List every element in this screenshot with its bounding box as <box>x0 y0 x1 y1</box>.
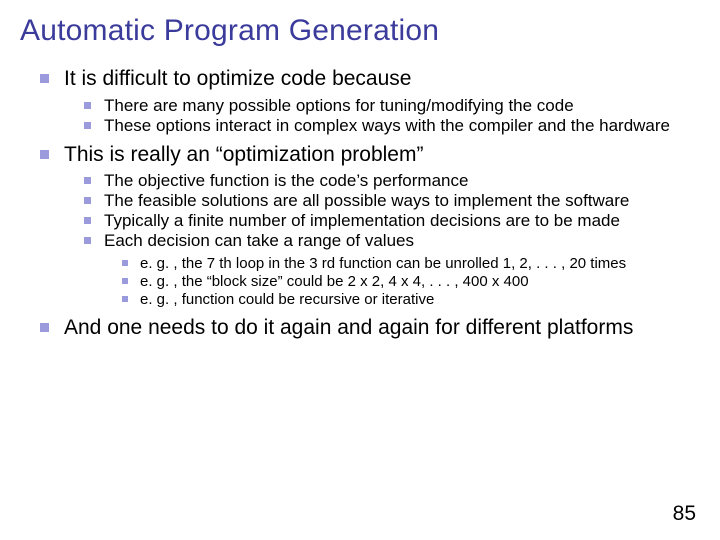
bullet-text: e. g. , function could be recursive or i… <box>140 291 434 308</box>
subsublist: e. g. , the 7 th loop in the 3 rd functi… <box>104 255 700 309</box>
bullet-lvl3: e. g. , function could be recursive or i… <box>104 291 700 309</box>
bullet-text: The objective function is the code’s per… <box>104 171 468 190</box>
bullet-text: The feasible solutions are all possible … <box>104 191 629 210</box>
bullet-text: Typically a finite number of implementat… <box>104 211 620 230</box>
bullet-text: e. g. , the 7 th loop in the 3 rd functi… <box>140 255 626 272</box>
bullet-lvl2: Typically a finite number of implementat… <box>64 211 700 231</box>
bullet-lvl2: These options interact in complex ways w… <box>64 116 700 136</box>
bullet-list: It is difficult to optimize code because… <box>20 66 700 340</box>
bullet-text: e. g. , the “block size” could be 2 x 2,… <box>140 273 529 290</box>
bullet-text: These options interact in complex ways w… <box>104 116 670 135</box>
bullet-lvl2: There are many possible options for tuni… <box>64 96 700 116</box>
bullet-lvl3: e. g. , the 7 th loop in the 3 rd functi… <box>104 255 700 273</box>
bullet-text: It is difficult to optimize code because <box>64 67 411 90</box>
slide-title: Automatic Program Generation <box>20 14 700 48</box>
bullet-text: This is really an “optimization problem” <box>64 143 423 166</box>
bullet-text: There are many possible options for tuni… <box>104 96 574 115</box>
bullet-lvl1: And one needs to do it again and again f… <box>20 315 700 341</box>
bullet-lvl1: It is difficult to optimize code because… <box>20 66 700 136</box>
bullet-text: Each decision can take a range of values <box>104 231 414 250</box>
sublist: There are many possible options for tuni… <box>64 96 700 136</box>
bullet-lvl2: The objective function is the code’s per… <box>64 171 700 191</box>
slide: Automatic Program Generation It is diffi… <box>0 0 720 540</box>
page-number: 85 <box>673 502 696 526</box>
bullet-lvl2: The feasible solutions are all possible … <box>64 191 700 211</box>
bullet-lvl2: Each decision can take a range of values… <box>64 231 700 308</box>
bullet-text: And one needs to do it again and again f… <box>64 316 633 339</box>
bullet-lvl1: This is really an “optimization problem”… <box>20 142 700 309</box>
sublist: The objective function is the code’s per… <box>64 171 700 308</box>
bullet-lvl3: e. g. , the “block size” could be 2 x 2,… <box>104 273 700 291</box>
